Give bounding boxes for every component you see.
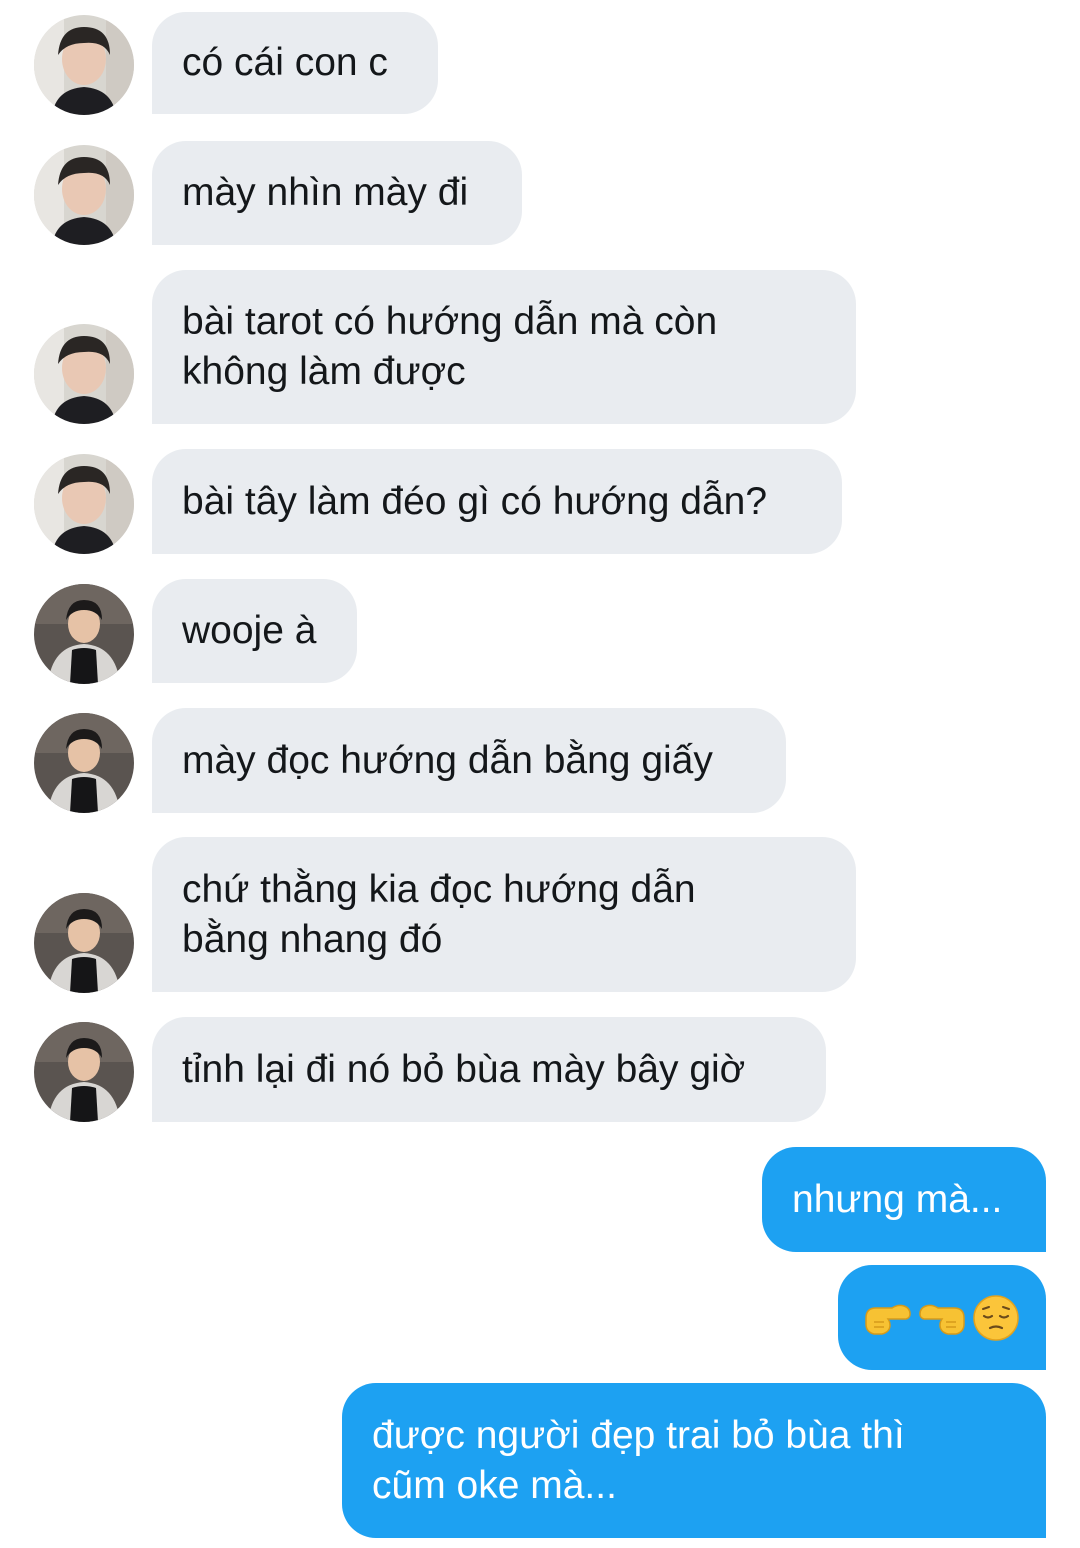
message-bubble[interactable]: mày nhìn mày đi [152, 141, 522, 245]
avatar[interactable] [34, 324, 134, 424]
message-bubble[interactable]: chứ thằng kia đọc hướng dẫn bằng nhang đ… [152, 837, 856, 992]
avatar[interactable] [34, 713, 134, 813]
avatar[interactable] [34, 1022, 134, 1122]
message-text: mày đọc hướng dẫn bằng giấy [182, 738, 713, 782]
emoji-row [862, 1292, 1022, 1344]
message-bubble[interactable]: wooje à [152, 579, 357, 683]
avatar[interactable] [34, 454, 134, 554]
backhand-index-pointing-right-icon [919, 1304, 965, 1335]
avatar[interactable] [34, 584, 134, 684]
message-text: tỉnh lại đi nó bỏ bùa mày bây giờ [182, 1047, 746, 1091]
sent-message-bubble[interactable] [838, 1265, 1046, 1370]
avatar[interactable] [34, 145, 134, 245]
sent-message-bubble[interactable]: được người đẹp trai bỏ bùa thì cũm oke m… [342, 1383, 1046, 1538]
avatar-photo-a [34, 15, 134, 115]
pensive-face-icon [973, 1294, 1019, 1341]
message-bubble[interactable]: bài tây làm đéo gì có hướng dẫn? [152, 449, 842, 554]
avatar-photo-b [34, 1022, 134, 1122]
chat-thread: có cái con c mày nhìn mày đi bài tarot c… [0, 0, 1080, 1548]
avatar[interactable] [34, 15, 134, 115]
message-text: nhưng mà... [792, 1177, 1003, 1221]
message-text: chứ thằng kia đọc hướng dẫn bằng nhang đ… [182, 867, 696, 961]
avatar-photo-b [34, 893, 134, 993]
message-bubble[interactable]: tỉnh lại đi nó bỏ bùa mày bây giờ [152, 1017, 826, 1122]
message-text: mày nhìn mày đi [182, 171, 469, 214]
avatar-photo-b [34, 713, 134, 813]
avatar-photo-a [34, 324, 134, 424]
message-text: wooje à [182, 609, 317, 652]
avatar[interactable] [34, 893, 134, 993]
avatar-photo-b [34, 584, 134, 684]
message-text: có cái con c [182, 41, 388, 84]
message-bubble[interactable]: bài tarot có hướng dẫn mà còn không làm … [152, 270, 856, 424]
message-text: được người đẹp trai bỏ bùa thì cũm oke m… [372, 1413, 905, 1507]
backhand-index-pointing-right-icon [865, 1304, 911, 1335]
message-text: bài tarot có hướng dẫn mà còn không làm … [182, 300, 718, 393]
sent-message-bubble[interactable]: nhưng mà... [762, 1147, 1046, 1252]
avatar-photo-a [34, 145, 134, 245]
avatar-photo-a [34, 454, 134, 554]
message-bubble[interactable]: mày đọc hướng dẫn bằng giấy [152, 708, 786, 813]
message-text: bài tây làm đéo gì có hướng dẫn? [182, 479, 768, 523]
message-bubble[interactable]: có cái con c [152, 12, 438, 114]
